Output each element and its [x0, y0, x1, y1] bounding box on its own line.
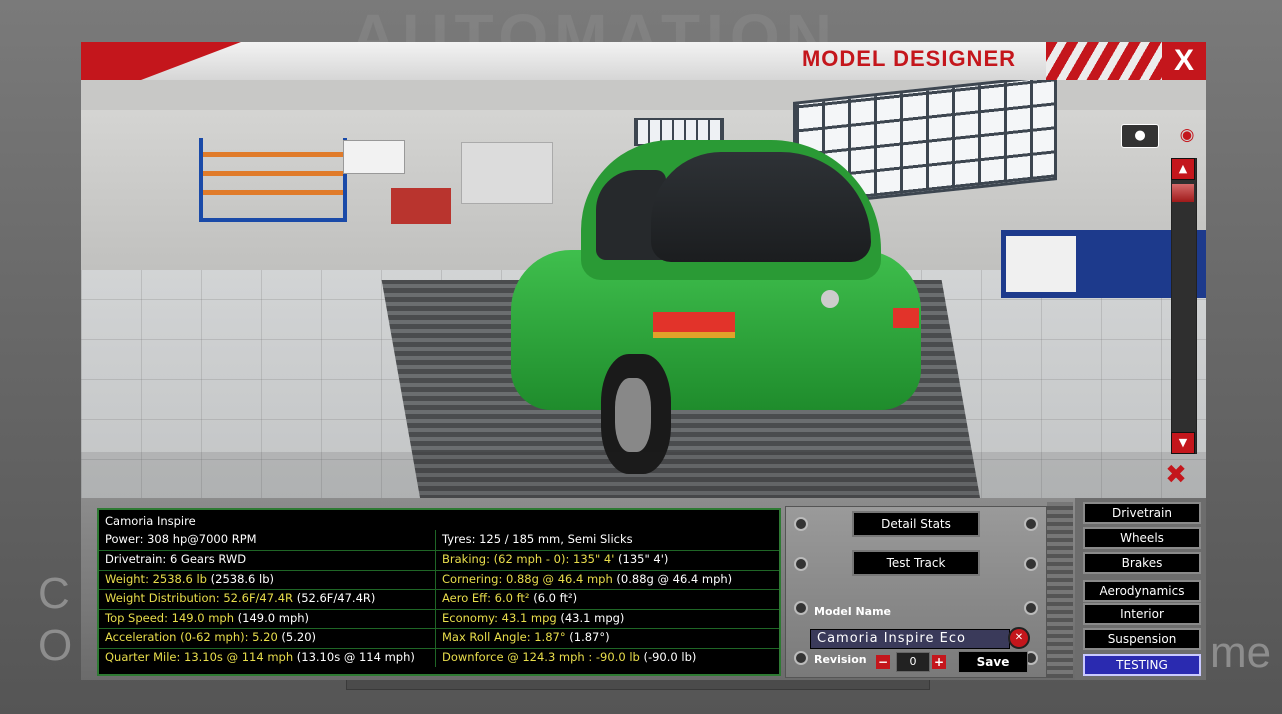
test-track-button[interactable]: Test Track: [852, 550, 980, 576]
red-toolbox: [391, 188, 451, 224]
cabinet-doors: [1006, 236, 1076, 292]
clear-name-icon[interactable]: ✕: [1008, 627, 1030, 649]
nav-brakes[interactable]: Brakes: [1083, 552, 1201, 574]
stat-weight-distribution: Weight Distribution: 52.6F/47.4R (52.6F/…: [99, 589, 436, 609]
screw-icon: [1024, 517, 1038, 531]
stats-row: Quarter Mile: 13.10s @ 114 mph (13.10s @…: [99, 647, 779, 667]
revision-label: Revision: [814, 653, 867, 666]
stats-row: Power: 308 hp@7000 RPM Tyres: 125 / 185 …: [99, 530, 779, 551]
title-bar-stripes: [1046, 42, 1166, 80]
stats-row: Drivetrain: 6 Gears RWD Braking: (62 mph…: [99, 550, 779, 571]
model-name-label: Model Name: [814, 605, 891, 618]
stat-aero-eff: Aero Eff: 6.0 ft² (6.0 ft²): [442, 591, 578, 605]
screw-icon: [794, 517, 808, 531]
viewport-shade: [81, 452, 1206, 498]
stats-row: Weight Distribution: 52.6F/47.4R (52.6F/…: [99, 589, 779, 610]
eye-icon[interactable]: ◉: [1171, 124, 1203, 146]
zoom-scroll-thumb[interactable]: [1172, 184, 1194, 202]
screw-icon: [1024, 557, 1038, 571]
stat-weight: Weight: 2538.6 lb (2538.6 lb): [99, 569, 436, 589]
model-designer-window: MODEL DESIGNER X ● ◉ ▲ ▼ ✖ Camoria Inspi…: [81, 42, 1206, 680]
nav-drivetrain[interactable]: Drivetrain: [1083, 502, 1201, 524]
car-wheel-rim: [615, 378, 651, 452]
camera-icon[interactable]: ●: [1121, 124, 1159, 148]
stat-braking: Braking: (62 mph - 0): 135" 4' (135" 4'): [442, 552, 669, 566]
stat-downforce: Downforce @ 124.3 mph : -90.0 lb (-90.0 …: [442, 649, 697, 664]
nav-interior[interactable]: Interior: [1083, 603, 1201, 625]
stats-row: Weight: 2538.6 lb (2538.6 lb) Cornering:…: [99, 569, 779, 590]
stat-tyres: Tyres: 125 / 185 mm, Semi Slicks: [442, 532, 633, 546]
eye-off-icon[interactable]: ✖: [1161, 460, 1191, 490]
nav-testing[interactable]: TESTING: [1083, 654, 1201, 676]
car-taillight-left: [653, 312, 735, 338]
stat-drivetrain: Drivetrain: 6 Gears RWD: [99, 550, 436, 570]
stats-row: Top Speed: 149.0 mph (149.0 mph) Economy…: [99, 608, 779, 629]
stats-table: Camoria Inspire Power: 308 hp@7000 RPM T…: [97, 508, 781, 676]
stat-cornering: Cornering: 0.88g @ 46.4 mph (0.88g @ 46.…: [442, 571, 733, 586]
stat-economy: Economy: 43.1 mpg (43.1 mpg): [442, 610, 625, 625]
stats-row: Acceleration (0-62 mph): 5.20 (5.20) Max…: [99, 628, 779, 649]
bottom-panel: Camoria Inspire Power: 308 hp@7000 RPM T…: [81, 498, 1206, 680]
model-name-field[interactable]: Camoria Inspire Eco: [810, 629, 1010, 649]
zoom-up-button[interactable]: ▲: [1171, 158, 1195, 180]
revision-increment-button[interactable]: +: [932, 655, 946, 669]
designer-nav: Drivetrain Wheels Brakes Aerodynamics In…: [1075, 498, 1206, 680]
stat-acceleration: Acceleration (0-62 mph): 5.20 (5.20): [99, 628, 436, 648]
car-model[interactable]: [501, 140, 921, 474]
stat-top-speed: Top Speed: 149.0 mph (149.0 mph): [99, 608, 436, 628]
save-button[interactable]: Save: [958, 651, 1028, 673]
screw-icon: [794, 601, 808, 615]
stat-max-roll-angle: Max Roll Angle: 1.87° (1.87°): [442, 630, 610, 644]
screw-icon: [794, 557, 808, 571]
car-viewport[interactable]: ● ◉ ▲ ▼ ✖: [81, 80, 1206, 498]
stat-quarter-mile: Quarter Mile: 13.10s @ 114 mph (13.10s @…: [99, 647, 436, 667]
zoom-down-button[interactable]: ▼: [1171, 432, 1195, 454]
close-button[interactable]: X: [1162, 42, 1206, 80]
screw-icon: [794, 651, 808, 665]
background-text-left: CO: [38, 569, 73, 670]
car-taillight-right: [893, 308, 919, 328]
panel-rail: [1047, 502, 1073, 678]
window-title: MODEL DESIGNER: [801, 46, 1016, 71]
background-text-right: me: [1210, 628, 1272, 677]
stats-title: Camoria Inspire: [105, 514, 196, 528]
nav-aerodynamics[interactable]: Aerodynamics: [1083, 580, 1201, 602]
nav-suspension[interactable]: Suspension: [1083, 628, 1201, 650]
model-actions-panel: Detail Stats Test Track Model Name Camor…: [785, 506, 1047, 678]
revision-value: 0: [896, 652, 930, 672]
car-badge: [821, 290, 839, 308]
screw-icon: [1024, 601, 1038, 615]
title-bar-red-block: [81, 42, 141, 80]
garage-shelf: [199, 138, 347, 222]
title-bar: MODEL DESIGNER X: [81, 42, 1206, 80]
revision-decrement-button[interactable]: −: [876, 655, 890, 669]
detail-stats-button[interactable]: Detail Stats: [852, 511, 980, 537]
nav-wheels[interactable]: Wheels: [1083, 527, 1201, 549]
title-bar-red-wedge: [141, 42, 241, 80]
zoom-scrollbar[interactable]: [1171, 158, 1197, 454]
whiteboard: [343, 140, 405, 174]
stat-power: Power: 308 hp@7000 RPM: [99, 530, 436, 550]
